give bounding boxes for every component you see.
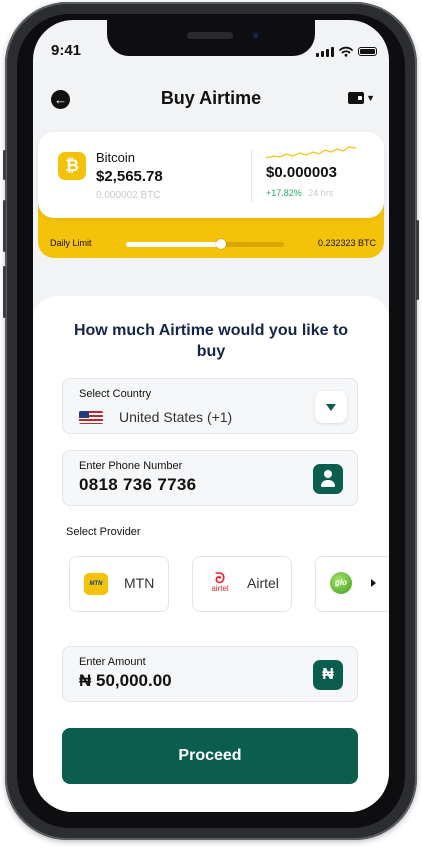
coin-change: +17.82% 24 hrs: [266, 188, 333, 198]
camera: [251, 31, 260, 40]
provider-airtel[interactable]: ᘒ airtel Airtel: [192, 556, 292, 612]
phone-number-field[interactable]: Enter Phone Number 0818 736 7736: [62, 450, 358, 506]
chevron-down-icon[interactable]: [315, 391, 347, 423]
side-button: [3, 150, 6, 180]
battery-icon: [358, 47, 377, 56]
daily-limit-knob: [215, 239, 226, 249]
coin-change-period: 24 hrs: [308, 188, 334, 198]
phone-label: Enter Phone Number: [79, 460, 183, 472]
app-screen: 9:41 ← Buy Airtime ▼ Daily Limit 0.23232…: [33, 20, 389, 812]
contact-icon: [321, 470, 335, 488]
coin-fiat-value: $2,565.78: [96, 168, 163, 185]
provider-name: MTN: [124, 575, 155, 591]
side-button: [3, 266, 6, 318]
provider-mtn[interactable]: MTN MTN: [69, 556, 169, 612]
coin-card[interactable]: ₿ Bitcoin $2,565.78 0.000002 BTC $0.0000…: [38, 132, 384, 218]
mtn-logo-icon: MTN: [84, 573, 108, 595]
sparkline-icon: [266, 146, 356, 159]
status-icons: [316, 46, 377, 57]
speaker: [187, 32, 233, 39]
daily-limit-label: Daily Limit: [50, 238, 92, 248]
status-time: 9:41: [51, 42, 82, 59]
daily-limit-fill: [126, 242, 221, 247]
provider-label: Select Provider: [66, 526, 141, 538]
scroll-right-icon[interactable]: [371, 579, 376, 587]
phone-value: 0818 736 7736: [79, 475, 197, 494]
divider: [251, 150, 252, 202]
amount-value: ₦ 50,000.00: [79, 671, 172, 690]
amount-label: Enter Amount: [79, 656, 146, 668]
page-title: Buy Airtime: [160, 88, 262, 108]
coin-change-value: +17.82%: [266, 188, 302, 198]
provider-name: Airtel: [247, 575, 279, 591]
form-question: How much Airtime would you like to buy: [73, 322, 349, 360]
coin-name: Bitcoin: [96, 150, 136, 165]
coin-crypto-amount: 0.000002 BTC: [96, 190, 161, 201]
wifi-icon: [339, 46, 353, 57]
side-button: [3, 200, 6, 252]
contacts-button[interactable]: [313, 464, 343, 494]
country-value: United States (+1): [119, 409, 233, 425]
proceed-button[interactable]: Proceed: [62, 728, 358, 784]
provider-glo[interactable]: glo: [315, 556, 389, 612]
side-button: [416, 220, 419, 300]
glo-logo-icon: glo: [330, 572, 352, 594]
wallet-icon: [348, 92, 365, 104]
notch: [107, 20, 315, 56]
us-flag-icon: [79, 411, 103, 424]
country-label: Select Country: [79, 388, 152, 400]
daily-limit-track: [126, 239, 284, 249]
wallet-menu-button[interactable]: ▼: [348, 92, 375, 104]
amount-field[interactable]: Enter Amount ₦ 50,000.00 ₦: [62, 646, 358, 702]
naira-icon[interactable]: ₦: [313, 660, 343, 690]
daily-limit-value: 0.232323 BTC: [317, 238, 376, 248]
airtel-logo-icon: ᘒ airtel: [211, 570, 229, 593]
header: ← Buy Airtime ▼: [33, 88, 389, 118]
coin-unit-price: $0.000003: [266, 164, 337, 181]
country-select[interactable]: Select Country United States (+1): [62, 378, 358, 434]
bitcoin-icon: ₿: [58, 152, 86, 180]
caret-down-icon: ▼: [366, 93, 375, 103]
signal-icon: [316, 46, 334, 57]
